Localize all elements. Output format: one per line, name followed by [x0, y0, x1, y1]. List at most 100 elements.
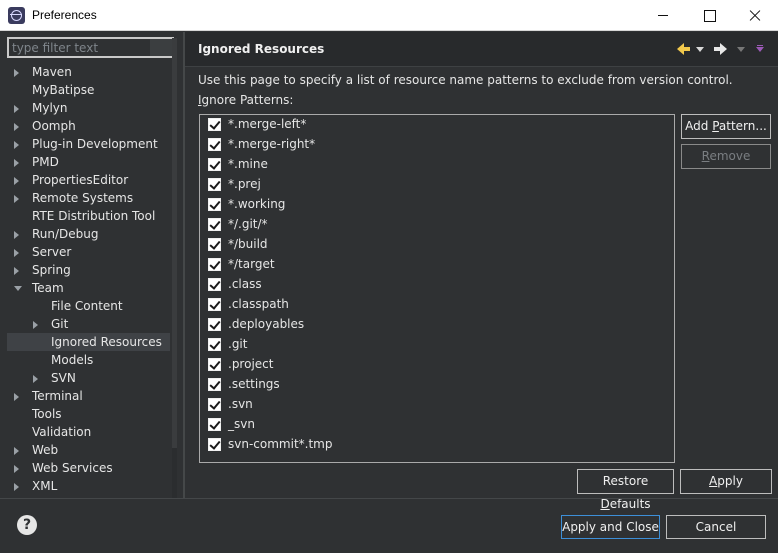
view-menu-icon[interactable] — [756, 45, 764, 53]
collapsed-arrow-icon[interactable] — [14, 483, 19, 491]
sidebar-item-maven[interactable]: Maven — [7, 63, 170, 81]
sidebar-item-pmd[interactable]: PMD — [7, 153, 170, 171]
pattern-checkbox[interactable] — [208, 238, 221, 251]
collapsed-arrow-icon[interactable] — [14, 69, 19, 77]
pattern-row[interactable]: *.prej — [200, 175, 674, 195]
collapsed-arrow-icon[interactable] — [14, 141, 19, 149]
sidebar-item-rte-distribution-tool[interactable]: RTE Distribution Tool — [7, 207, 170, 225]
pattern-row[interactable]: .deployables — [200, 315, 674, 335]
pattern-row[interactable]: .git — [200, 335, 674, 355]
pattern-checkbox[interactable] — [208, 418, 221, 431]
sidebar-item-tools[interactable]: Tools — [7, 405, 170, 423]
pattern-checkbox[interactable] — [208, 398, 221, 411]
collapsed-arrow-icon[interactable] — [14, 105, 19, 113]
sidebar-item-server[interactable]: Server — [7, 243, 170, 261]
pattern-row[interactable]: *.mine — [200, 155, 674, 175]
filter-input[interactable] — [7, 37, 174, 58]
pattern-row[interactable]: *.merge-right* — [200, 135, 674, 155]
pattern-row[interactable]: */target — [200, 255, 674, 275]
sidebar-item-label: Plug-in Development — [32, 137, 158, 151]
back-arrow-icon[interactable] — [677, 42, 691, 56]
pattern-checkbox[interactable] — [208, 158, 221, 171]
ignore-patterns-list[interactable]: *.merge-left* *.merge-right* *.mine *.prej *… — [199, 114, 675, 463]
pattern-row[interactable]: */build — [200, 235, 674, 255]
collapsed-arrow-icon[interactable] — [14, 393, 19, 401]
add-pattern-button[interactable]: Add Pattern... — [681, 114, 771, 139]
sidebar-item-oomph[interactable]: Oomph — [7, 117, 170, 135]
sidebar-item-web-services[interactable]: Web Services — [7, 459, 170, 477]
expanded-arrow-icon[interactable] — [14, 286, 22, 291]
sidebar-item-mylyn[interactable]: Mylyn — [7, 99, 170, 117]
sidebar-item-terminal[interactable]: Terminal — [7, 387, 170, 405]
help-icon[interactable]: ? — [17, 515, 37, 535]
forward-arrow-icon[interactable] — [714, 42, 728, 56]
pattern-row[interactable]: .settings — [200, 375, 674, 395]
pattern-checkbox[interactable] — [208, 258, 221, 271]
sidebar-item-run-debug[interactable]: Run/Debug — [7, 225, 170, 243]
sidebar-item-models[interactable]: Models — [7, 351, 170, 369]
sidebar-item-plug-in-development[interactable]: Plug-in Development — [7, 135, 170, 153]
apply-and-close-button[interactable]: Apply and Close — [561, 515, 660, 539]
pattern-checkbox[interactable] — [208, 338, 221, 351]
pattern-checkbox[interactable] — [208, 218, 221, 231]
pattern-checkbox[interactable] — [208, 298, 221, 311]
minimize-button[interactable] — [640, 0, 686, 30]
pattern-checkbox[interactable] — [208, 178, 221, 191]
sidebar-item-git[interactable]: Git — [7, 315, 170, 333]
sidebar-item-file-content[interactable]: File Content — [7, 297, 170, 315]
pattern-row[interactable]: svn-commit*.tmp — [200, 435, 674, 455]
collapsed-arrow-icon[interactable] — [14, 195, 19, 203]
pattern-row[interactable]: */.git/* — [200, 215, 674, 235]
pattern-row[interactable]: *.merge-left* — [200, 115, 674, 135]
collapsed-arrow-icon[interactable] — [33, 375, 38, 383]
sidebar-item-web[interactable]: Web — [7, 441, 170, 459]
collapsed-arrow-icon[interactable] — [14, 447, 19, 455]
collapsed-arrow-icon[interactable] — [14, 249, 19, 257]
sidebar-item-ignored-resources[interactable]: Ignored Resources — [7, 333, 170, 351]
sidebar-item-team[interactable]: Team — [7, 279, 170, 297]
maximize-button[interactable] — [686, 0, 732, 30]
pattern-row[interactable]: .class — [200, 275, 674, 295]
collapsed-arrow-icon[interactable] — [14, 267, 19, 275]
forward-history-chevron-down-icon[interactable] — [737, 47, 745, 52]
pattern-row[interactable]: .svn — [200, 395, 674, 415]
pattern-checkbox[interactable] — [208, 378, 221, 391]
pattern-row[interactable]: .classpath — [200, 295, 674, 315]
collapsed-arrow-icon[interactable] — [14, 177, 19, 185]
remove-button-suffix: emove — [709, 149, 751, 163]
sidebar-item-validation[interactable]: Validation — [7, 423, 170, 441]
collapsed-arrow-icon[interactable] — [14, 231, 19, 239]
sidebar-item-label: Tools — [32, 407, 62, 421]
pattern-checkbox[interactable] — [208, 118, 221, 131]
pattern-checkbox[interactable] — [208, 198, 221, 211]
close-button[interactable] — [732, 0, 778, 30]
pattern-text: svn-commit*.tmp — [228, 437, 333, 451]
collapsed-arrow-icon[interactable] — [33, 321, 38, 329]
pattern-checkbox[interactable] — [208, 138, 221, 151]
sidebar-item-xml[interactable]: XML — [7, 477, 170, 495]
sidebar-item-mybatipse[interactable]: MyBatipse — [7, 81, 170, 99]
pattern-checkbox[interactable] — [208, 358, 221, 371]
sidebar-item-svn[interactable]: SVN — [7, 369, 170, 387]
pattern-row[interactable]: .project — [200, 355, 674, 375]
cancel-button[interactable]: Cancel — [666, 515, 766, 539]
collapsed-arrow-icon[interactable] — [14, 159, 19, 167]
collapsed-arrow-icon[interactable] — [14, 123, 19, 131]
panel-divider[interactable] — [183, 32, 185, 498]
pattern-checkbox[interactable] — [208, 438, 221, 451]
sidebar-item-spring[interactable]: Spring — [7, 261, 170, 279]
pattern-row[interactable]: *.working — [200, 195, 674, 215]
collapsed-arrow-icon[interactable] — [14, 465, 19, 473]
back-history-chevron-down-icon[interactable] — [696, 47, 704, 52]
preferences-tree: Maven MyBatipse Mylyn Oomph Plug-in Developm… — [7, 63, 170, 498]
apply-button[interactable]: Apply — [680, 469, 772, 494]
pattern-checkbox[interactable] — [208, 318, 221, 331]
remove-button[interactable]: Remove — [681, 144, 771, 169]
sidebar-item-remote-systems[interactable]: Remote Systems — [7, 189, 170, 207]
sidebar-scrollbar[interactable] — [172, 38, 177, 498]
restore-defaults-button[interactable]: Restore Defaults — [577, 469, 674, 511]
sidebar-scroll-thumb[interactable] — [172, 38, 177, 448]
pattern-checkbox[interactable] — [208, 278, 221, 291]
sidebar-item-propertieseditor[interactable]: PropertiesEditor — [7, 171, 170, 189]
pattern-row[interactable]: _svn — [200, 415, 674, 435]
